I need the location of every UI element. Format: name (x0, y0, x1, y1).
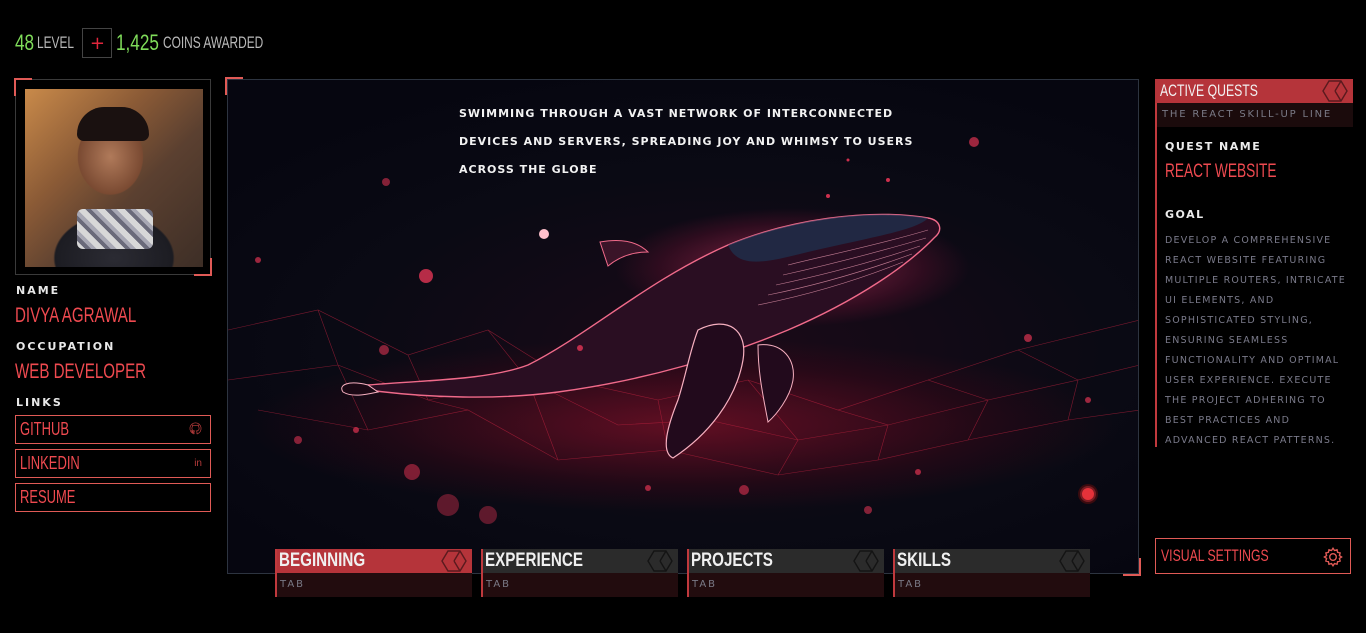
tab-sublabel: TAB (898, 579, 924, 590)
record-button[interactable] (1080, 486, 1096, 502)
resume-link[interactable]: RESUME (15, 483, 211, 512)
quest-line: THE REACT SKILL-UP LINE (1162, 109, 1333, 120)
occupation-label: OCCUPATION (16, 340, 116, 353)
resume-link-label: RESUME (20, 487, 76, 507)
quests-subheader: THE REACT SKILL-UP LINE (1155, 103, 1353, 127)
hexagon-icon (1322, 80, 1348, 102)
gear-icon (1323, 547, 1343, 567)
profile-occupation: WEB DEVELOPER (15, 360, 147, 383)
hexagon-icon (853, 550, 879, 572)
visual-settings-button[interactable]: VISUAL SETTINGS (1155, 538, 1351, 574)
avatar-scarf (77, 209, 153, 249)
tab-label: BEGINNING (279, 550, 366, 571)
quests-header: ACTIVE QUESTS (1155, 79, 1353, 103)
tab-beginning[interactable]: BEGINNING TAB (275, 549, 472, 597)
github-link[interactable]: GITHUB (15, 415, 211, 444)
tab-sublabel: TAB (486, 579, 512, 590)
quest-details: QUEST NAME REACT WEBSITE GOAL DEVELOP A … (1155, 127, 1353, 447)
add-button[interactable]: + (82, 28, 113, 58)
linkedin-icon: in (194, 458, 202, 469)
hero-visual: SWIMMING THROUGH A VAST NETWORK OF INTER… (227, 79, 1139, 574)
goal-text: DEVELOP A COMPREHENSIVE REACT WEBSITE FE… (1165, 235, 1347, 446)
quests-title: ACTIVE QUESTS (1160, 81, 1258, 100)
level-value: 48 (15, 30, 35, 55)
tab-label: EXPERIENCE (485, 550, 583, 571)
goal-label: GOAL (1165, 208, 1205, 221)
tab-sublabel: TAB (692, 579, 718, 590)
avatar-hair (77, 107, 149, 141)
linkedin-link-label: LINKEDIN (20, 453, 80, 473)
tab-projects[interactable]: PROJECTS TAB (687, 549, 884, 597)
level-label: LEVEL (37, 33, 75, 52)
coins-value: 1,425 (116, 30, 160, 55)
hexagon-icon (1059, 550, 1085, 572)
avatar-frame (14, 78, 212, 276)
avatar (25, 89, 203, 267)
hero-caption: SWIMMING THROUGH A VAST NETWORK OF INTER… (459, 107, 914, 176)
hexagon-icon (441, 550, 467, 572)
profile-name: DIVYA AGRAWAL (15, 304, 137, 327)
links-label: LINKS (16, 396, 63, 409)
quest-name-label: QUEST NAME (1165, 140, 1262, 153)
github-link-label: GITHUB (20, 419, 69, 439)
stats-bar: 48 LEVEL + 1,425 COINS AWARDED (15, 28, 307, 58)
github-icon (189, 421, 202, 438)
hexagon-icon (647, 550, 673, 572)
quest-name: REACT WEBSITE (1165, 161, 1277, 182)
linkedin-link[interactable]: LINKEDIN in (15, 449, 211, 478)
coins-label: COINS AWARDED (163, 33, 264, 52)
tab-sublabel: TAB (280, 579, 306, 590)
tab-skills[interactable]: SKILLS TAB (893, 549, 1090, 597)
name-label: NAME (16, 284, 61, 297)
tab-label: PROJECTS (691, 550, 773, 571)
tab-label: SKILLS (897, 550, 952, 571)
tab-experience[interactable]: EXPERIENCE TAB (481, 549, 678, 597)
visual-settings-label: VISUAL SETTINGS (1161, 546, 1269, 565)
